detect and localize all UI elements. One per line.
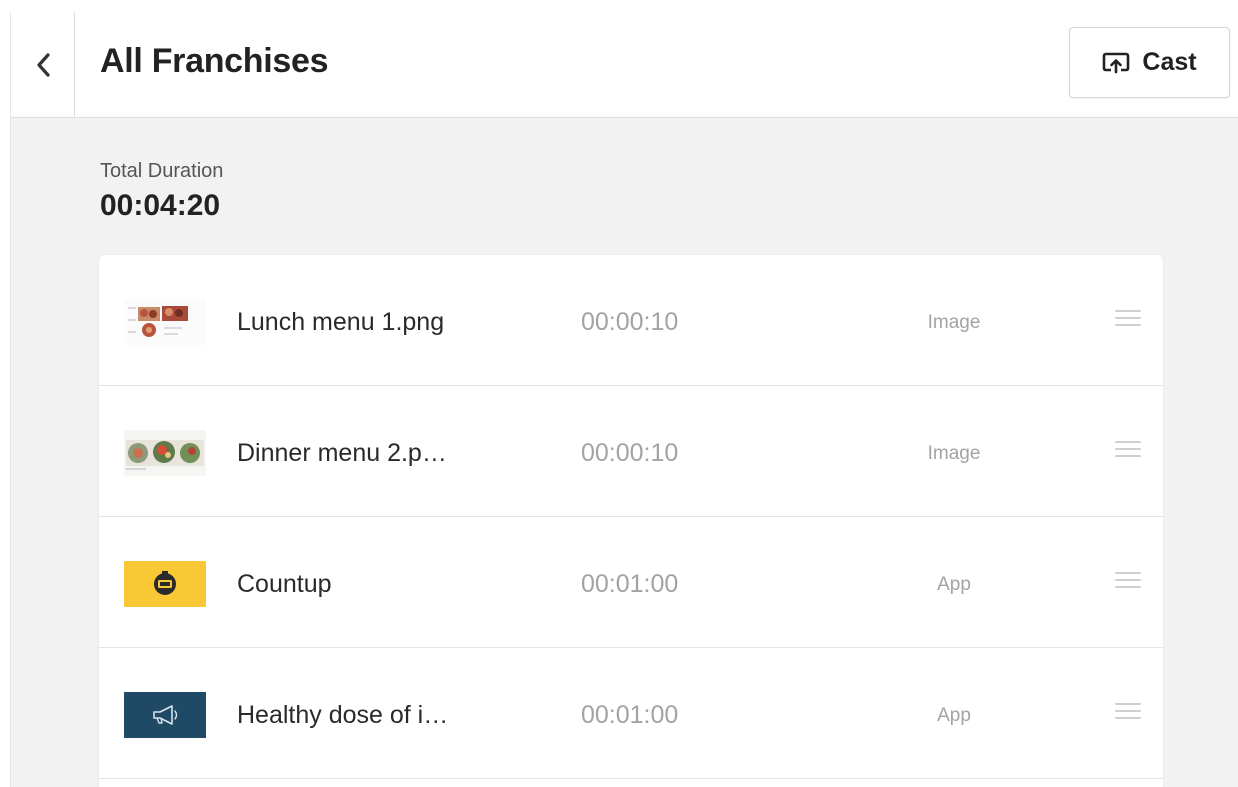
megaphone-icon [124, 692, 206, 738]
item-duration: 00:01:00 [581, 701, 679, 729]
food-image-thumbnail [124, 299, 206, 345]
drag-handle-icon[interactable] [1115, 441, 1143, 461]
cast-button-label: Cast [1142, 48, 1197, 76]
item-type: Image [927, 312, 981, 333]
item-duration: 00:01:00 [581, 570, 679, 598]
header-bar: All Franchises Cast [11, 12, 1238, 118]
page-title: All Franchises [100, 42, 329, 80]
chevron-left-icon [36, 53, 50, 77]
item-duration: 00:00:10 [581, 308, 679, 336]
item-type: App [937, 705, 971, 726]
total-duration-value: 00:04:20 [100, 189, 221, 222]
countup-thumbnail [124, 561, 206, 607]
clock-icon [124, 561, 206, 607]
total-duration-label: Total Duration [100, 160, 224, 182]
item-name: Healthy dose of i… [237, 701, 449, 729]
food-image-thumbnail [124, 430, 206, 476]
item-name: Lunch menu 1.png [237, 308, 445, 336]
healthy-dose-thumbnail [124, 692, 206, 738]
playlist-item[interactable]: Lunch menu 1.png 00:00:10 Image [99, 255, 1163, 386]
back-button[interactable] [11, 12, 75, 118]
playlist-item[interactable]: Healthy dose of i… 00:01:00 App [99, 648, 1163, 779]
item-type: Image [927, 443, 981, 464]
item-name: Countup [237, 570, 332, 598]
item-duration: 00:00:10 [581, 439, 679, 467]
drag-handle-icon[interactable] [1115, 572, 1143, 592]
playlist-item[interactable]: Countup 00:01:00 App [99, 517, 1163, 648]
item-type: App [937, 574, 971, 595]
playlist-list: Lunch menu 1.png 00:00:10 Image Dinner m… [99, 255, 1163, 787]
item-name: Dinner menu 2.p… [237, 439, 447, 467]
cast-icon [1103, 52, 1130, 73]
drag-handle-icon[interactable] [1115, 703, 1143, 723]
playlist-screen: All Franchises Cast Total Duration 00:04… [10, 12, 1238, 787]
playlist-item[interactable]: Dinner menu 2.p… 00:00:10 Image [99, 386, 1163, 517]
cast-button[interactable]: Cast [1069, 27, 1230, 98]
drag-handle-icon[interactable] [1115, 310, 1143, 330]
